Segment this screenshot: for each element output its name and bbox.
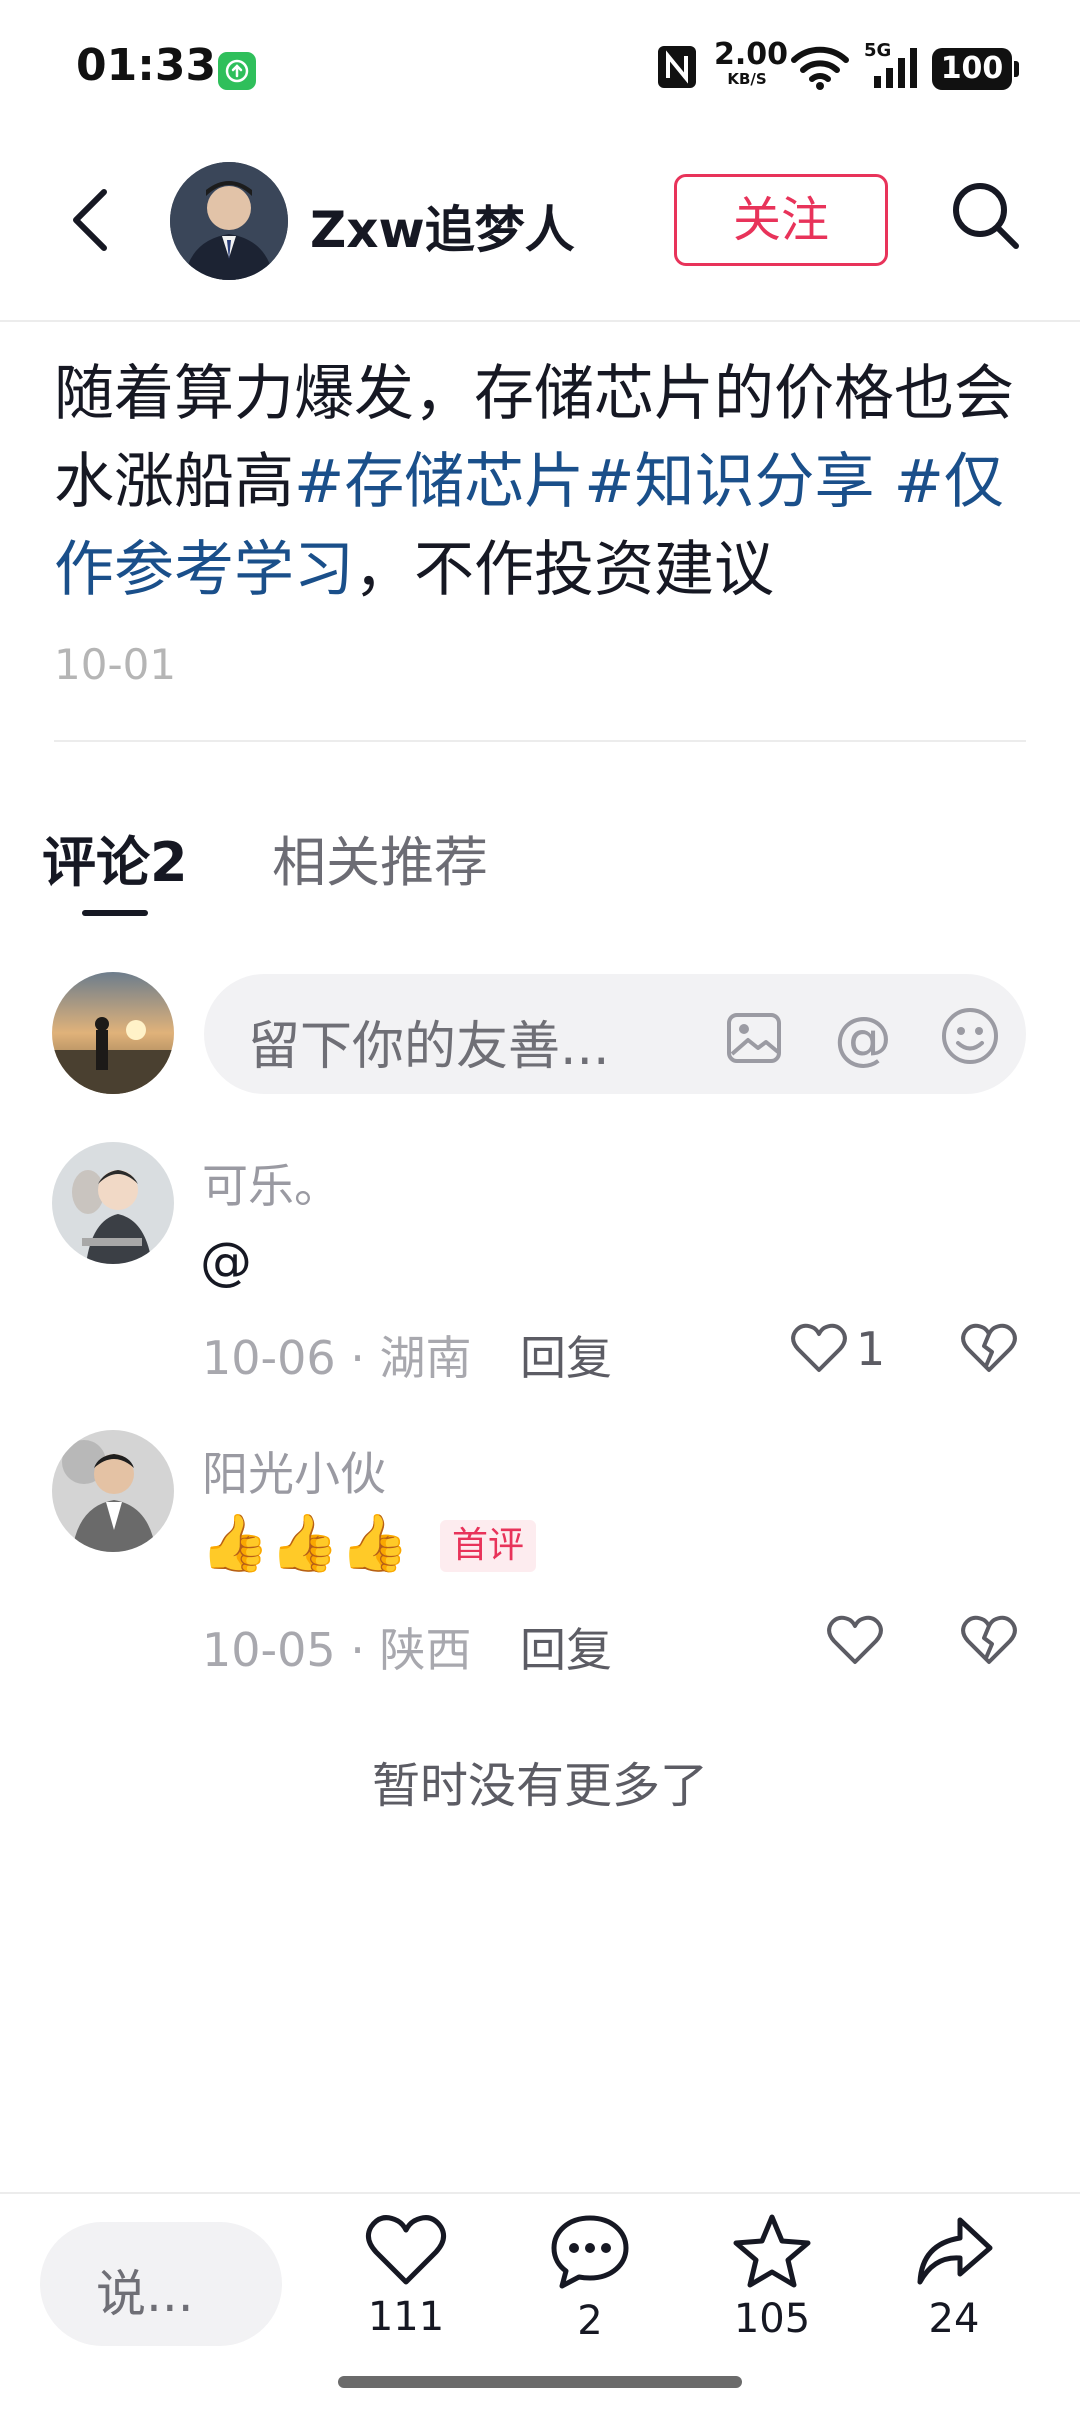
hashtag-knowledge-share[interactable]: #知识分享 (584, 447, 874, 517)
network-speed: 2.00 KB/S (714, 37, 789, 88)
reply-button[interactable]: 回复 (520, 1614, 612, 1680)
share-count: 24 (928, 2296, 980, 2342)
image-icon[interactable] (726, 1012, 782, 1064)
header-divider (0, 320, 1080, 322)
comment-meta: 10-05 · 陕西 (202, 1623, 472, 1677)
status-time: 01:33 (76, 40, 217, 91)
like-count: 111 (367, 2294, 445, 2340)
post-date: 10-01 (54, 640, 177, 689)
post-body-end: ，不作投资建议 (354, 535, 774, 605)
comment-meta: 10-06 · 湖南 (202, 1331, 472, 1385)
search-icon[interactable] (946, 176, 1026, 256)
active-tab-indicator (82, 910, 148, 916)
wifi-icon (791, 46, 849, 90)
comment-icon (551, 2215, 629, 2289)
dislike-icon[interactable] (960, 1614, 1018, 1666)
heart-icon[interactable] (826, 1614, 884, 1666)
comment-button[interactable]: 2 (530, 2212, 650, 2344)
comment-avatar[interactable] (52, 1430, 174, 1552)
heart-icon (365, 2215, 447, 2285)
comment-count: 2 (577, 2298, 603, 2344)
tab-comments[interactable]: 评论2 (42, 818, 188, 897)
reply-button[interactable]: 回复 (520, 1322, 612, 1388)
hashtag-storage-chip[interactable]: #存储芯片 (294, 447, 584, 517)
upload-notification-icon (218, 52, 256, 90)
cellular-signal-icon: 5G (864, 40, 926, 90)
comment-author[interactable]: 阳光小伙 (202, 1438, 386, 1504)
like-button[interactable]: 111 (346, 2212, 466, 2340)
nfc-icon (658, 46, 696, 88)
dislike-icon[interactable] (960, 1322, 1018, 1374)
back-icon[interactable] (60, 180, 120, 260)
author-avatar[interactable] (170, 162, 288, 280)
status-bar: 01:33 2.00 KB/S 5G 100 (0, 0, 1080, 140)
follow-button[interactable]: 关注 (674, 174, 888, 266)
battery-icon: 100 (932, 48, 1019, 90)
tab-related[interactable]: 相关推荐 (272, 818, 488, 897)
comment-like-count: 1 (856, 1322, 886, 1376)
comment-avatar[interactable] (52, 1142, 174, 1264)
post-divider (54, 740, 1026, 742)
post-text: 随着算力爆发，存储芯片的价格也会水涨船高#存储芯片#知识分享 #仅作参考学习，不… (54, 350, 1014, 614)
share-icon (917, 2217, 993, 2285)
home-indicator[interactable] (338, 2376, 742, 2388)
quick-comment-input[interactable]: 说... (40, 2222, 282, 2346)
comment-input-placeholder: 留下你的友善... (248, 1017, 610, 1077)
comment-text: @ (200, 1232, 252, 1292)
comment-input[interactable]: 留下你的友善... @ (204, 974, 1026, 1094)
favorite-count: 105 (733, 2296, 811, 2342)
emoji-icon[interactable] (940, 1006, 1000, 1066)
first-comment-badge: 首评 (440, 1520, 537, 1572)
mention-icon[interactable]: @ (834, 1004, 892, 1072)
comment-text: 👍👍👍 (200, 1511, 410, 1576)
share-button[interactable]: 24 (894, 2212, 1014, 2342)
quick-comment-placeholder: 说... (96, 2265, 194, 2323)
my-avatar (52, 972, 174, 1094)
favorite-button[interactable]: 105 (712, 2212, 832, 2342)
no-more-text: 暂时没有更多了 (371, 1758, 708, 1814)
star-icon (733, 2214, 811, 2288)
heart-icon[interactable] (790, 1322, 848, 1374)
comment-author[interactable]: 可乐。 (202, 1150, 340, 1216)
bottom-bar-divider (0, 2192, 1080, 2194)
author-name[interactable]: Zxw追梦人 (310, 190, 575, 262)
